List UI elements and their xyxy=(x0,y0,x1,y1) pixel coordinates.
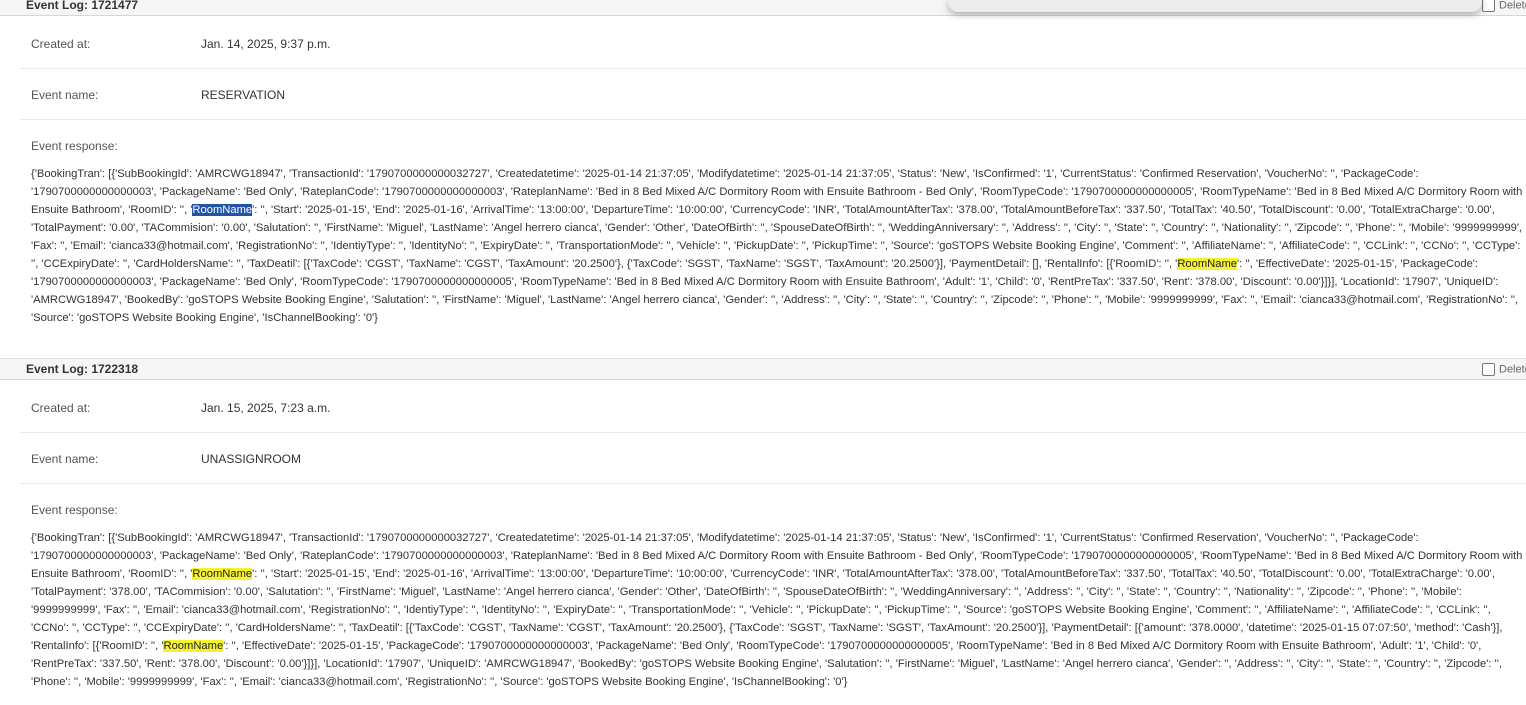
event-response-label: Event response: xyxy=(31,139,118,153)
delete-checkbox-label[interactable]: Delete xyxy=(1482,363,1526,377)
event-log-header: Event Log: 1722318 Delete xyxy=(0,358,1526,380)
created-at-label: Created at: xyxy=(31,401,91,415)
search-match-highlight: RoomName xyxy=(1177,258,1237,270)
created-at-value: Jan. 15, 2025, 7:23 a.m. xyxy=(201,401,331,415)
event-name-label: Event name: xyxy=(31,88,99,102)
created-at-value: Jan. 14, 2025, 9:37 p.m. xyxy=(201,37,331,51)
search-match-highlight: RoomName xyxy=(163,640,224,652)
delete-checkbox[interactable] xyxy=(1482,0,1495,12)
delete-label: Delete xyxy=(1499,0,1526,12)
delete-label: Delete xyxy=(1499,363,1526,376)
event-response-label: Event response: xyxy=(31,503,118,517)
created-at-label: Created at: xyxy=(31,37,91,51)
selected-roomname-highlight: RoomName xyxy=(192,204,253,216)
event-response-text: {'BookingTran': [{'SubBookingId': 'AMRCW… xyxy=(31,529,1526,691)
event-name-value: UNASSIGNROOM xyxy=(201,452,302,466)
event-name-row: Event name: RESERVATION xyxy=(20,69,1526,120)
delete-checkbox-label[interactable]: Delete xyxy=(1482,0,1526,13)
event-name-row: Event name: UNASSIGNROOM xyxy=(20,433,1526,484)
delete-checkbox[interactable] xyxy=(1482,363,1495,376)
created-at-row: Created at: Jan. 14, 2025, 9:37 p.m. xyxy=(20,16,1526,69)
created-at-row: Created at: Jan. 15, 2025, 7:23 a.m. xyxy=(20,380,1526,433)
event-log-title: Event Log: 1721477 xyxy=(26,0,139,12)
search-match-highlight: RoomName xyxy=(192,568,253,580)
overlay-panel-edge xyxy=(948,0,1482,12)
response-segment: ': '', 'EffectiveDate': '2025-01-15', 'P… xyxy=(31,640,1502,688)
event-response-text: {'BookingTran': [{'SubBookingId': 'AMRCW… xyxy=(31,165,1526,327)
event-log-title: Event Log: 1722318 xyxy=(26,362,139,376)
event-name-value: RESERVATION xyxy=(201,88,286,102)
event-name-label: Event name: xyxy=(31,452,99,466)
